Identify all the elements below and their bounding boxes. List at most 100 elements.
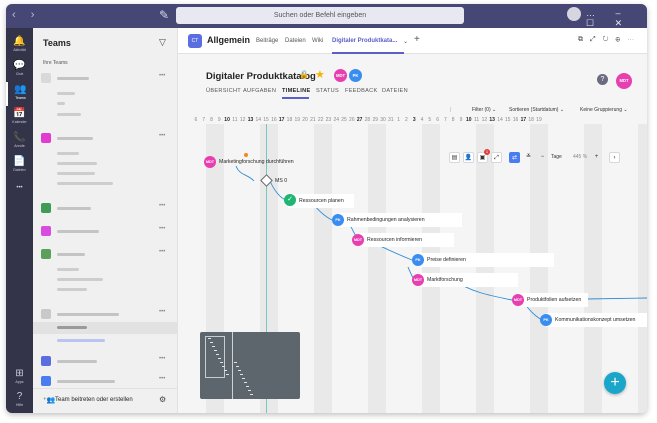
ruler-day: 30: [380, 117, 386, 123]
marker-dot: [244, 153, 248, 157]
ruler-day: 18: [286, 117, 293, 123]
timeline-minimap[interactable]: [200, 332, 300, 399]
team-item[interactable]: •••: [41, 224, 171, 238]
channel-item[interactable]: [57, 102, 65, 105]
collapse-icon[interactable]: ≚: [523, 152, 534, 163]
task-label: Rahmenbedingungen analysieren: [347, 217, 425, 223]
ruler-day: 20: [302, 117, 308, 123]
notification-badge: 1: [484, 149, 490, 155]
filter-icon[interactable]: ▽: [159, 37, 166, 48]
channel-item[interactable]: [57, 172, 95, 175]
tab-status[interactable]: STATUS: [316, 88, 339, 94]
window-controls[interactable]: … – ☐ ✕: [586, 8, 647, 29]
timeline-canvas[interactable]: ▤ 👤 ▣ 1 ⤢ ⇄ ≚ − Tage 445 % + › MDT Market…: [192, 124, 647, 413]
expand-arrows-icon[interactable]: ⤢: [491, 152, 502, 163]
team-item[interactable]: •••: [41, 354, 171, 368]
rail-label-chat: Chat: [15, 72, 24, 76]
compose-icon[interactable]: ✎: [159, 8, 169, 22]
search-input[interactable]: Suchen oder Befehl eingeben: [176, 7, 464, 24]
tab-tasks[interactable]: AUFGABEN: [243, 88, 276, 94]
rail-item-more[interactable]: •••: [6, 180, 33, 204]
ruler-day: 7: [444, 117, 447, 123]
channel-item[interactable]: [57, 182, 113, 185]
channel-item[interactable]: [57, 152, 79, 155]
tab-posts[interactable]: Beiträge: [256, 38, 278, 44]
hidden-channels-link[interactable]: [57, 339, 105, 342]
ruler-day: 14: [497, 117, 503, 123]
rail-item-files[interactable]: 📄 Dateien: [6, 154, 33, 178]
rail-label-activity: Aktivität: [13, 48, 26, 52]
dependencies-toggle-icon[interactable]: ⇄: [509, 152, 520, 163]
channel-toolbar-icons[interactable]: ⧉⤢↻⊕⋯: [578, 36, 641, 44]
gear-icon[interactable]: ⚙: [159, 395, 166, 404]
add-task-button[interactable]: +: [604, 372, 626, 394]
channel-header: CT Allgemein Beiträge Dateien Wiki Digit…: [178, 28, 647, 54]
team-item[interactable]: •••: [41, 307, 171, 321]
team-item[interactable]: •••: [41, 131, 171, 145]
zoom-in-button[interactable]: +: [591, 152, 602, 163]
title-bar: ‹ › ✎ Suchen oder Befehl eingeben … – ☐ …: [6, 4, 647, 28]
team-item[interactable]: •••: [41, 71, 171, 85]
group-dropdown[interactable]: Keine Gruppierung ⌄: [580, 107, 628, 113]
tab-files-project[interactable]: DATEIEN: [382, 88, 408, 94]
rail-item-calendar[interactable]: 📅 Kalender: [6, 106, 33, 130]
rail-item-teams[interactable]: 👥 Teams: [6, 82, 33, 106]
tab-product-catalog[interactable]: Digitaler Produktkata...: [332, 38, 397, 44]
ruler-day: 10: [466, 117, 472, 123]
channel-item[interactable]: [57, 162, 97, 165]
history-nav[interactable]: ‹ ›: [12, 9, 40, 21]
lock-icon: 🔒: [299, 70, 309, 79]
ruler-day: 17: [278, 117, 285, 123]
calendar-view-icon[interactable]: ▤: [449, 152, 460, 163]
rail-item-help[interactable]: ? Hilfe: [6, 389, 33, 413]
section-header: Ihre Teams: [43, 60, 68, 66]
zoom-out-button[interactable]: −: [537, 152, 548, 163]
star-icon[interactable]: ★: [315, 68, 325, 81]
tab-files[interactable]: Dateien: [285, 38, 306, 44]
channel-item[interactable]: [57, 268, 79, 271]
join-team-icon[interactable]: ⁺👥: [43, 396, 55, 404]
owner-avatar[interactable]: MDT: [616, 73, 632, 89]
team-item[interactable]: •••: [41, 374, 171, 388]
assignee-avatar: MDT: [512, 294, 524, 306]
minimap-viewport[interactable]: [205, 336, 225, 378]
rail-label-teams: Teams: [15, 96, 26, 100]
member-avatar[interactable]: PK: [349, 69, 362, 82]
chat-icon: 💬: [13, 60, 26, 71]
channel-item[interactable]: [57, 113, 81, 116]
assignee-avatar: MDT: [204, 156, 216, 168]
rail-label-calls: Anrufe: [14, 144, 25, 148]
rail-item-calls[interactable]: 📞 Anrufe: [6, 130, 33, 154]
add-tab-icon[interactable]: +: [414, 34, 420, 45]
notifications-icon[interactable]: ▣ 1: [477, 149, 490, 163]
date-ruler: 6 7 8 9 10 11 12 13 14 15 16 17 18 19 20 21 22 23 24 25 26 27…: [192, 117, 647, 124]
chevron-right-icon[interactable]: ›: [609, 152, 620, 163]
team-item[interactable]: •••: [41, 201, 171, 215]
chevron-down-icon[interactable]: ⌄: [403, 38, 408, 45]
channel-item[interactable]: [57, 278, 103, 281]
selected-channel[interactable]: [33, 322, 177, 334]
task-label: Produktfolien aufsetzen: [527, 297, 582, 303]
user-avatar[interactable]: [567, 7, 581, 21]
ruler-day: 12: [481, 117, 488, 123]
tab-wiki[interactable]: Wiki: [312, 38, 323, 44]
sort-dropdown[interactable]: Sortieren (Startdatum) ⌄: [509, 107, 564, 113]
tab-timeline[interactable]: TIMELINE: [282, 88, 311, 94]
ruler-day: 8: [210, 117, 213, 123]
ruler-day: 11: [232, 117, 238, 123]
join-team-link[interactable]: Team beitreten oder erstellen: [55, 397, 133, 403]
tab-feedback[interactable]: FEEDBACK: [345, 88, 378, 94]
channel-item[interactable]: [57, 92, 75, 95]
rail-item-activity[interactable]: 🔔 Aktivität: [6, 34, 33, 58]
rail-item-chat[interactable]: 💬 Chat: [6, 58, 33, 82]
timeline-tab-indicator: [282, 97, 309, 99]
tab-overview[interactable]: ÜBERSICHT: [206, 88, 241, 94]
person-icon[interactable]: 👤: [463, 152, 474, 163]
team-item[interactable]: •••: [41, 247, 171, 261]
task-label: Marketingforschung durchführen: [219, 159, 294, 165]
rail-item-apps[interactable]: ⊞ Apps: [6, 366, 33, 390]
member-avatar[interactable]: MDT: [334, 69, 347, 82]
filter-dropdown[interactable]: Filter (0) ⌄: [472, 107, 496, 113]
question-icon[interactable]: ?: [597, 74, 608, 85]
channel-item[interactable]: [57, 288, 87, 291]
